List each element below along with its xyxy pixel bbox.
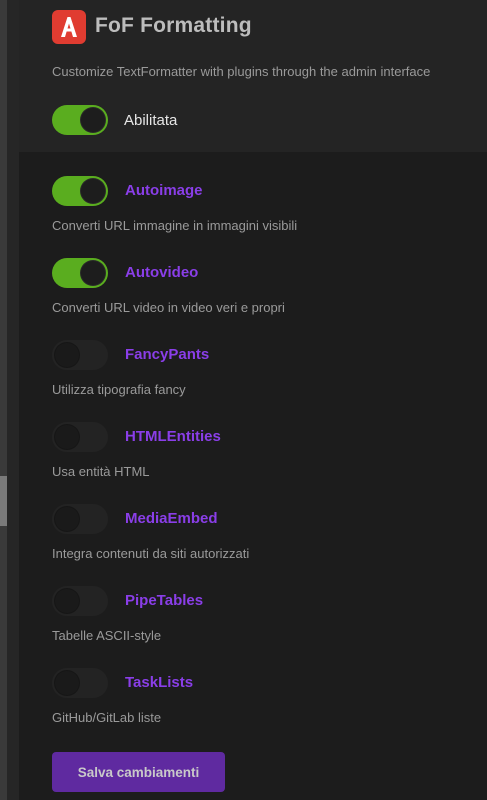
plugin-description: Utilizza tipografia fancy bbox=[52, 382, 186, 397]
plugin-row-autoimage: Autoimage Converti URL immagine in immag… bbox=[19, 176, 487, 258]
plugin-name: PipeTables bbox=[125, 592, 204, 609]
plugin-name: MediaEmbed bbox=[125, 510, 218, 527]
toggle-knob bbox=[55, 507, 79, 531]
plugin-row-autovideo: Autovideo Converti URL video in video ve… bbox=[19, 258, 487, 340]
toggle-knob bbox=[55, 589, 79, 613]
plugin-description: Tabelle ASCII-style bbox=[52, 628, 162, 643]
plugin-toggle-autoimage[interactable] bbox=[52, 176, 108, 206]
plugin-toggle-htmlentities[interactable] bbox=[52, 422, 108, 452]
plugin-description: Converti URL immagine in immagini visibi… bbox=[52, 218, 298, 233]
extension-header: FoF Formatting Customize TextFormatter w… bbox=[19, 0, 487, 152]
plugin-description: Integra contenuti da siti autorizzati bbox=[52, 546, 250, 561]
plugin-description: Converti URL video in video veri e propr… bbox=[52, 300, 285, 315]
page-description: Customize TextFormatter with plugins thr… bbox=[52, 64, 431, 79]
flarum-logo-icon bbox=[52, 10, 86, 44]
plugin-toggle-pipetables[interactable] bbox=[52, 586, 108, 616]
sidebar-edge bbox=[7, 0, 19, 800]
extension-settings-page: FoF Formatting Customize TextFormatter w… bbox=[19, 0, 487, 800]
page-title: FoF Formatting bbox=[95, 14, 252, 37]
toggle-knob bbox=[55, 425, 79, 449]
plugin-name: FancyPants bbox=[125, 346, 210, 363]
toggle-knob bbox=[81, 108, 105, 132]
plugin-row-htmlentities: HTMLEntities Usa entità HTML bbox=[19, 422, 487, 504]
plugin-description: Usa entità HTML bbox=[52, 464, 150, 479]
sidebar-scrollbar-thumb[interactable] bbox=[0, 476, 7, 526]
toggle-knob bbox=[55, 671, 79, 695]
plugin-row-pipetables: PipeTables Tabelle ASCII-style bbox=[19, 586, 487, 668]
save-changes-button[interactable]: Salva cambiamenti bbox=[52, 752, 225, 792]
plugin-name: Autovideo bbox=[125, 264, 199, 281]
plugin-toggle-tasklists[interactable] bbox=[52, 668, 108, 698]
extension-enabled-toggle[interactable] bbox=[52, 105, 108, 135]
plugin-toggle-mediaembed[interactable] bbox=[52, 504, 108, 534]
toggle-knob bbox=[81, 179, 105, 203]
plugin-toggle-autovideo[interactable] bbox=[52, 258, 108, 288]
toggle-knob bbox=[55, 343, 79, 367]
plugin-description: GitHub/GitLab liste bbox=[52, 710, 162, 725]
sidebar-scrollbar[interactable] bbox=[0, 0, 7, 800]
plugin-row-tasklists: TaskLists GitHub/GitLab liste bbox=[19, 668, 487, 750]
toggle-knob bbox=[81, 261, 105, 285]
plugin-row-mediaembed: MediaEmbed Integra contenuti da siti aut… bbox=[19, 504, 487, 586]
plugin-toggle-fancypants[interactable] bbox=[52, 340, 108, 370]
plugin-name: HTMLEntities bbox=[125, 428, 221, 445]
plugin-row-fancypants: FancyPants Utilizza tipografia fancy bbox=[19, 340, 487, 422]
extension-enabled-label: Abilitata bbox=[124, 112, 178, 129]
plugin-name: Autoimage bbox=[125, 182, 203, 199]
plugin-name: TaskLists bbox=[125, 674, 194, 691]
